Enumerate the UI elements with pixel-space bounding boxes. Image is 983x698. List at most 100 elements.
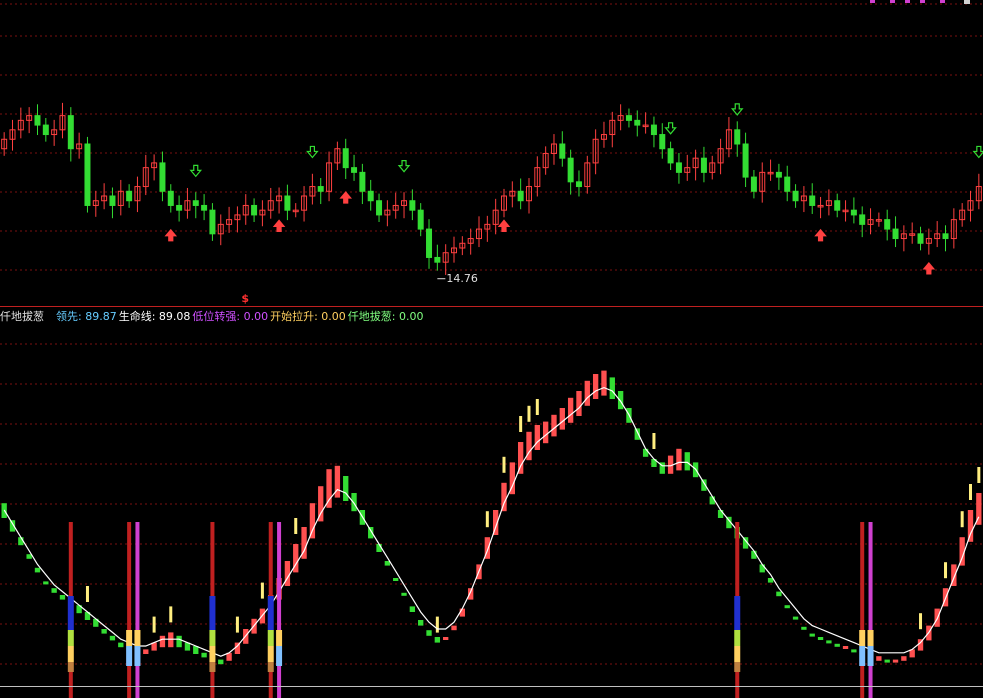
signal-segment [67, 596, 74, 630]
indicator-bar [609, 377, 615, 399]
candle-body [409, 200, 416, 211]
candle-body [917, 233, 924, 244]
indicator-bar [851, 649, 857, 653]
indicator-bar [51, 588, 57, 593]
indicator-bar [201, 652, 207, 658]
indicator-bar [101, 629, 107, 634]
candle-body [126, 190, 133, 202]
signal-segment [67, 630, 74, 646]
down-arrow-icon [730, 103, 744, 116]
indicator-bar [468, 588, 474, 600]
indicator-bar [542, 421, 549, 444]
candle-body [167, 190, 174, 206]
indicator-bar [784, 605, 790, 609]
corner-mark [920, 0, 925, 3]
indicator-bar [759, 564, 765, 573]
candle-body [34, 115, 41, 126]
rise-tick [260, 582, 264, 599]
indicator-bar [309, 503, 316, 539]
indicator-bar [826, 640, 832, 644]
signal-segment [734, 596, 741, 630]
candle-body [159, 162, 166, 192]
signal-segment [734, 646, 741, 662]
up-arrow-icon [497, 219, 511, 232]
indicator-bar [159, 635, 166, 648]
indicator-bar [351, 493, 357, 512]
rise-tick [535, 399, 539, 415]
signal-segment [209, 646, 216, 662]
indicator-bar [601, 370, 607, 396]
candle-body [892, 228, 899, 240]
up-arrow-icon [272, 219, 286, 232]
down-arrow-icon [397, 160, 411, 173]
legend-entry: 生命线: 89.08 [118, 310, 191, 323]
candle-body [742, 143, 749, 178]
candle-body [376, 200, 383, 216]
indicator-bar [901, 656, 907, 661]
bottom-axis-line [0, 686, 983, 687]
indicator-bar [642, 448, 649, 457]
indicator-bar [443, 637, 449, 640]
signal-column [277, 522, 282, 698]
candle-body [434, 256, 441, 263]
indicator-bar [109, 635, 116, 641]
rise-tick [294, 518, 298, 534]
candle-body [251, 204, 258, 216]
rise-tick [527, 405, 531, 422]
rise-tick [652, 433, 656, 449]
rise-tick [977, 467, 981, 483]
legend-entry: 低位转强: 0.00 [192, 310, 269, 323]
signal-segment [859, 630, 866, 646]
rise-tick [969, 484, 973, 500]
indicator-bar [168, 632, 174, 648]
candle-body [342, 148, 349, 169]
candle-body [359, 171, 366, 192]
candle-body [575, 181, 582, 188]
candle-body [634, 119, 641, 126]
indicator-bar [567, 397, 574, 423]
candle-body [834, 200, 841, 211]
rise-tick [85, 586, 89, 602]
indicator-bar [218, 659, 224, 665]
candle-body [734, 129, 741, 145]
signal-segment [867, 646, 874, 666]
indicator-bar [393, 578, 399, 581]
indicator-bar [809, 633, 815, 637]
signal-column [860, 522, 865, 698]
corner-mark [870, 0, 875, 3]
rise-tick [485, 511, 489, 528]
candle-body [426, 228, 433, 258]
down-arrow-icon [189, 164, 203, 178]
corner-mark [964, 0, 970, 4]
indicator-bar [426, 630, 432, 636]
indicator-bar [892, 659, 899, 663]
indicator-bar [684, 452, 690, 471]
indicator-bar [967, 510, 974, 542]
indicator-bar [434, 637, 441, 643]
candle-body [625, 115, 632, 121]
candle-body [850, 209, 857, 216]
signal-segment [267, 662, 274, 672]
indicator-bar [884, 659, 890, 663]
indicator-bar [717, 510, 724, 518]
indicator-bar [43, 581, 49, 585]
indicator-bar [551, 414, 557, 437]
down-arrow-icon [972, 145, 983, 159]
indicator-bar [776, 591, 782, 597]
indicator-bar [792, 616, 799, 620]
indicator-bar [343, 476, 349, 501]
candle-body [559, 143, 566, 159]
indicator-bar [801, 626, 807, 630]
candle-body [650, 124, 657, 136]
indicator-bar [576, 391, 582, 416]
signal-segment [134, 630, 141, 646]
indicator-bar [284, 561, 291, 586]
indicator-bar [676, 448, 682, 471]
signal-segment [276, 646, 283, 666]
rise-tick [235, 616, 239, 633]
rise-tick [152, 616, 156, 633]
down-arrow-icon [306, 145, 319, 159]
candle-body [942, 233, 949, 240]
up-arrow-icon [922, 261, 936, 275]
signal-segment [267, 596, 274, 630]
